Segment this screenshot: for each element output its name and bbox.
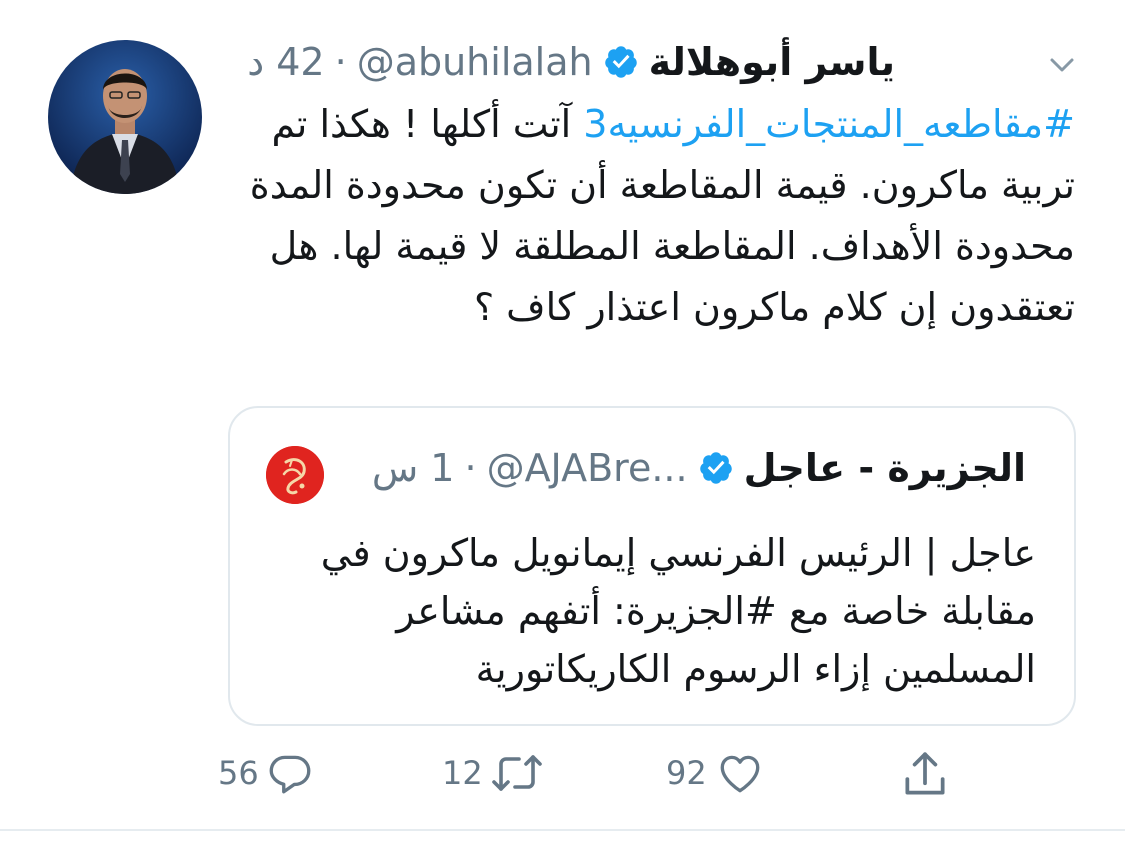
retweet-button[interactable]: 12 [442,748,545,798]
share-button[interactable] [900,748,950,802]
tweet-actions: 56 12 92 [0,748,1125,808]
author-avatar[interactable] [48,40,202,194]
author-name[interactable]: ياسر أبوهلالة [649,40,895,84]
quoted-author-name[interactable]: الجزيرة - عاجل [744,446,1026,490]
like-count: 92 [666,754,707,792]
like-button[interactable]: 92 [666,748,767,798]
share-icon [900,748,950,802]
tweet-header: ياسر أبوهلالة @abuhilalah · 42 د [247,34,895,90]
tweet-text: #مقاطعه_المنتجات_الفرنسيه3 آتت أكلها ! ه… [215,94,1075,338]
bottom-divider [0,829,1125,831]
separator-dot: · [464,446,477,490]
retweet-count: 12 [442,754,483,792]
chevron-down-icon[interactable] [1042,44,1082,84]
reply-button[interactable]: 56 [218,748,315,798]
reply-icon [265,748,315,798]
heart-icon [713,748,767,798]
tweet-timestamp[interactable]: 42 د [247,40,324,84]
quoted-tweet-text: عاجل | الرئيس الفرنسي إيمانويل ماكرون في… [320,531,1036,691]
aljazeera-logo-icon[interactable] [266,446,324,504]
quoted-tweet-header: الجزيرة - عاجل @AJABre... · 1 س [372,438,1026,498]
separator-dot: · [334,40,347,84]
retweet-icon [489,748,545,798]
verified-badge-icon [603,44,639,80]
reply-count: 56 [218,754,259,792]
quoted-tweet-timestamp[interactable]: 1 س [372,446,455,490]
tweet-card[interactable]: ياسر أبوهلالة @abuhilalah · 42 د #مقاطعه… [0,0,1125,848]
verified-badge-icon [698,450,734,486]
hashtag-link[interactable]: #مقاطعه_المنتجات_الفرنسيه3 [583,102,1075,146]
quoted-author-handle[interactable]: @AJABre... [487,446,688,490]
author-handle[interactable]: @abuhilalah [357,40,593,84]
quoted-tweet[interactable]: الجزيرة - عاجل @AJABre... · 1 س عاجل | ا… [228,406,1076,726]
